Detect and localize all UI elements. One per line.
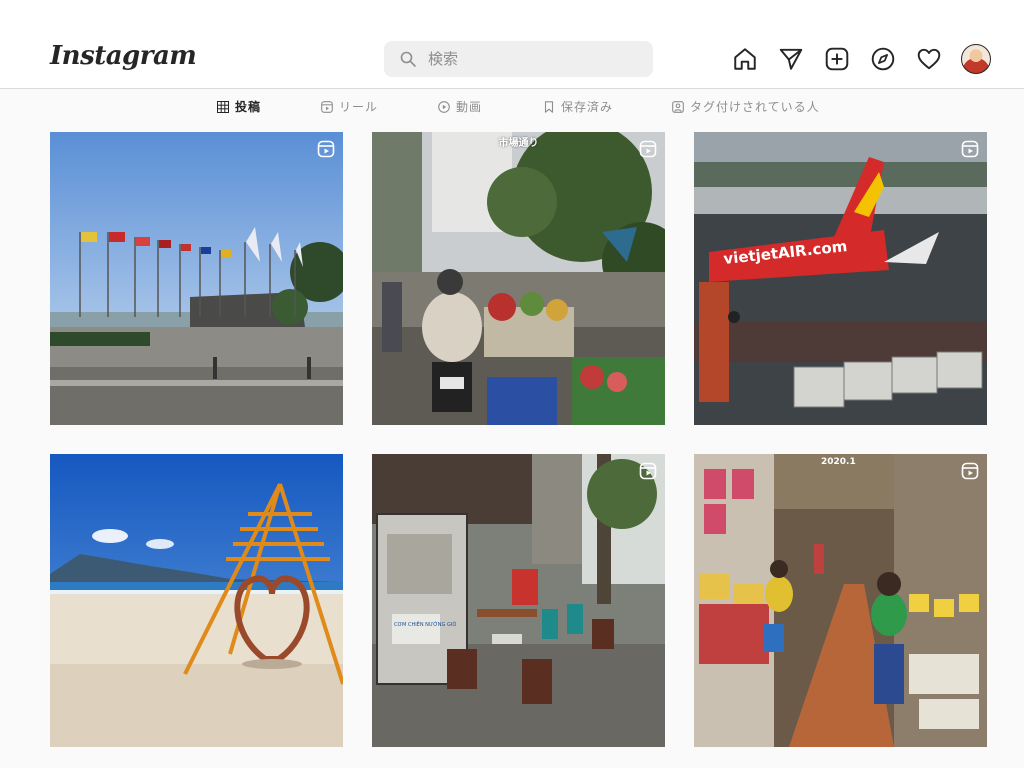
profile-avatar[interactable] <box>961 44 991 74</box>
post-image-beach <box>50 454 343 747</box>
post-image-indoor-market: 2020.1 <box>694 454 987 747</box>
post-thumbnail[interactable]: vietjetAIR.com <box>694 132 987 425</box>
post-overlay-caption: 市場通り <box>498 138 539 149</box>
post-thumbnail[interactable]: CƠM CHIÊN NƯỚNG GIÒ <box>372 454 665 747</box>
post-image-street-market <box>372 132 665 425</box>
post-thumbnail[interactable]: 2020.1 <box>694 454 987 747</box>
tab-posts[interactable]: 投稿 <box>217 98 261 115</box>
search-input[interactable] <box>428 50 628 68</box>
reel-icon <box>961 140 979 158</box>
reel-icon <box>639 140 657 158</box>
tab-tagged-label: タグ付けされている人 <box>690 100 820 114</box>
tab-posts-label: 投稿 <box>235 100 262 114</box>
video-timestamp-overlay: 2020.1 <box>821 457 856 467</box>
post-thumbnail[interactable]: 市場通り <box>372 132 665 425</box>
post-thumbnail[interactable] <box>50 132 343 425</box>
grid-icon <box>217 100 229 113</box>
reels-icon <box>321 100 333 113</box>
tab-saved[interactable]: 保存済み <box>543 98 613 115</box>
video-play-icon <box>438 100 450 113</box>
direct-message-icon[interactable] <box>776 44 806 74</box>
activity-heart-icon[interactable] <box>914 44 944 74</box>
explore-icon[interactable] <box>868 44 898 74</box>
top-navigation-bar: Instagram <box>0 0 1024 89</box>
reel-icon <box>639 462 657 480</box>
tab-videos[interactable]: 動画 <box>438 98 482 115</box>
tab-reels[interactable]: リール <box>321 98 378 115</box>
reel-icon <box>961 462 979 480</box>
search-box[interactable] <box>384 41 653 77</box>
post-image-sidewalk: CƠM CHIÊN NƯỚNG GIÒ <box>372 454 665 747</box>
tab-tagged[interactable]: タグ付けされている人 <box>672 98 820 115</box>
profile-tabs: 投稿 リール 動画 保存済み タグ付けされている人 <box>0 90 1024 122</box>
instagram-logo[interactable]: Instagram <box>50 41 197 71</box>
bookmark-icon <box>544 100 554 113</box>
tagged-user-icon <box>672 100 684 113</box>
nav-icons <box>730 44 992 74</box>
new-post-icon[interactable] <box>822 44 852 74</box>
tab-reels-label: リール <box>339 100 379 114</box>
search-icon <box>400 51 416 67</box>
post-image-waterfront <box>50 132 343 425</box>
reel-icon <box>317 140 335 158</box>
home-icon[interactable] <box>730 44 760 74</box>
post-image-airplane: vietjetAIR.com <box>694 132 987 425</box>
post-thumbnail[interactable] <box>50 454 343 747</box>
tab-saved-label: 保存済み <box>561 100 614 114</box>
food-cart-sign-text: CƠM CHIÊN NƯỚNG GIÒ <box>394 620 456 628</box>
tab-videos-label: 動画 <box>456 100 483 114</box>
